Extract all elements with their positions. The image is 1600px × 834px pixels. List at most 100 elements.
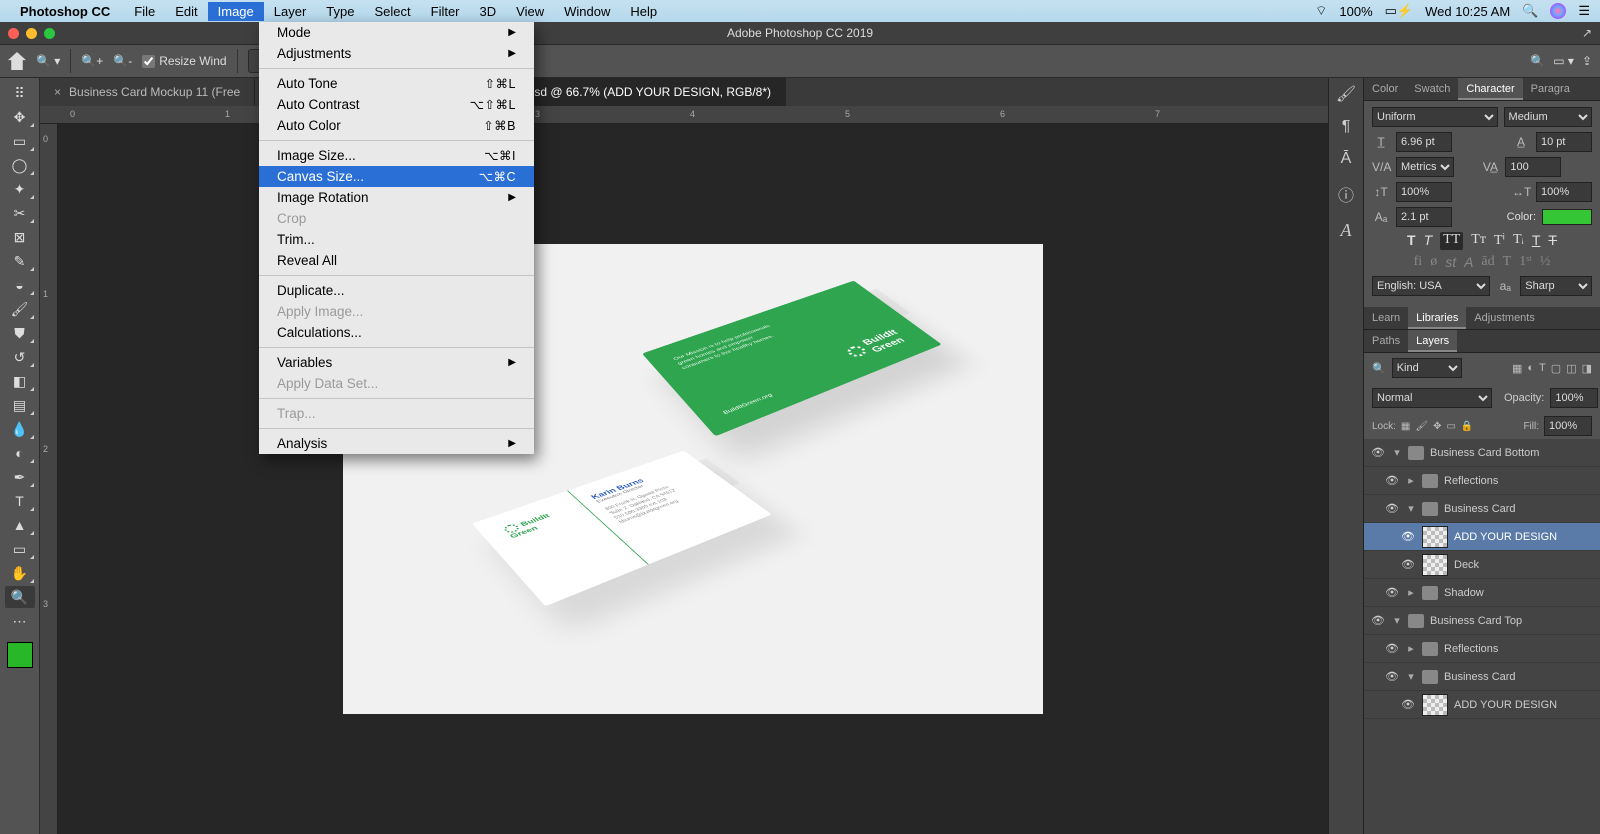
- dodge-tool[interactable]: ◐: [5, 442, 35, 464]
- visibility-icon[interactable]: 👁: [1384, 642, 1400, 655]
- layer-name[interactable]: Reflections: [1444, 643, 1498, 655]
- minimize-window[interactable]: [26, 28, 37, 39]
- layer-thumbnail[interactable]: [1422, 694, 1448, 716]
- foreground-swatch[interactable]: [7, 642, 33, 668]
- shape-tool[interactable]: ▭: [5, 538, 35, 560]
- menu-3d[interactable]: 3D: [470, 2, 507, 21]
- canvas-stage[interactable]: Our Mission is to help professionals gre…: [58, 124, 1328, 834]
- visibility-icon[interactable]: 👁: [1370, 614, 1386, 627]
- styles-panel-icon[interactable]: A: [1341, 220, 1352, 241]
- spotlight-icon[interactable]: 🔍: [1522, 3, 1538, 19]
- eraser-tool[interactable]: ◧: [5, 370, 35, 392]
- filter-adjust-icon[interactable]: ◐: [1527, 362, 1534, 375]
- menu-item-trim-[interactable]: Trim...: [259, 229, 534, 250]
- layer-row[interactable]: 👁▸Reflections: [1364, 635, 1600, 663]
- menu-layer[interactable]: Layer: [264, 2, 317, 21]
- vscale-input[interactable]: [1396, 182, 1452, 202]
- search-icon[interactable]: 🔍: [1372, 362, 1386, 375]
- filter-toggle-icon[interactable]: ◨: [1582, 362, 1592, 375]
- font-weight-select[interactable]: Medium: [1504, 107, 1592, 127]
- filter-type-icon[interactable]: T: [1539, 362, 1546, 375]
- menu-item-image-rotation[interactable]: Image Rotation▶: [259, 187, 534, 208]
- layer-row[interactable]: 👁▾Business Card: [1364, 495, 1600, 523]
- quick-select-tool[interactable]: ✦: [5, 178, 35, 200]
- zoom-tool[interactable]: 🔍: [5, 586, 35, 608]
- ligature-button[interactable]: fi: [1414, 254, 1423, 272]
- layer-row[interactable]: 👁▸Shadow: [1364, 579, 1600, 607]
- layer-row[interactable]: 👁 ▾ Business Card: [1364, 663, 1600, 691]
- visibility-icon[interactable]: 👁: [1384, 502, 1400, 515]
- visibility-icon[interactable]: 👁: [1384, 474, 1400, 487]
- document-tab[interactable]: ×Business Card Mockup 11 (Free: [40, 78, 255, 106]
- path-select-tool[interactable]: ▲: [5, 514, 35, 536]
- language-select[interactable]: English: USA: [1372, 276, 1490, 296]
- menu-item-mode[interactable]: Mode▶: [259, 22, 534, 43]
- layer-name[interactable]: Business Card: [1444, 671, 1516, 683]
- layer-name[interactable]: Deck: [1454, 559, 1479, 571]
- text-color-swatch[interactable]: [1542, 209, 1592, 225]
- menu-item-adjustments[interactable]: Adjustments▶: [259, 43, 534, 64]
- menu-item-auto-tone[interactable]: Auto Tone⇧⌘L: [259, 73, 534, 94]
- titling-button[interactable]: ād: [1481, 254, 1494, 272]
- layer-name[interactable]: Reflections: [1444, 475, 1498, 487]
- panel-tab-swatch[interactable]: Swatch: [1406, 78, 1458, 100]
- menu-item-canvas-size-[interactable]: Canvas Size...⌥⌘C: [259, 166, 534, 187]
- fill-input[interactable]: [1544, 416, 1592, 436]
- eyedropper-tool[interactable]: ✎: [5, 250, 35, 272]
- twisty-icon[interactable]: ▾: [1392, 614, 1402, 627]
- share-icon[interactable]: ⇪: [1582, 54, 1592, 68]
- layer-kind-select[interactable]: Kind: [1392, 358, 1462, 378]
- menu-file[interactable]: File: [124, 2, 165, 21]
- layer-thumbnail[interactable]: [1422, 554, 1448, 576]
- smallcaps-button[interactable]: Tᴛ: [1471, 232, 1486, 250]
- visibility-icon[interactable]: 👁: [1384, 670, 1400, 683]
- menu-item-variables[interactable]: Variables▶: [259, 352, 534, 373]
- menu-item-calculations-[interactable]: Calculations...: [259, 322, 534, 343]
- layer-row[interactable]: 👁ADD YOUR DESIGN: [1364, 523, 1600, 551]
- history-brush-tool[interactable]: ↺: [5, 346, 35, 368]
- zoom-in-icon[interactable]: 🔍+: [81, 54, 103, 68]
- stylistic-button[interactable]: st: [1445, 254, 1456, 272]
- twisty-icon[interactable]: ▾: [1406, 670, 1416, 683]
- workspace-icon[interactable]: ▭ ▾: [1553, 54, 1574, 68]
- zoom-out-icon[interactable]: 🔍-: [113, 54, 132, 68]
- panel-tab-paragra[interactable]: Paragra: [1523, 78, 1578, 100]
- ordinals-button[interactable]: ø: [1430, 254, 1437, 272]
- kerning-select[interactable]: Metrics: [1396, 157, 1454, 177]
- menu-filter[interactable]: Filter: [421, 2, 470, 21]
- swash-button[interactable]: A: [1464, 254, 1473, 272]
- pen-tool[interactable]: ✒: [5, 466, 35, 488]
- filter-smart-icon[interactable]: ◫: [1566, 362, 1576, 375]
- panel-tab-learn[interactable]: Learn: [1364, 307, 1408, 329]
- menu-item-auto-color[interactable]: Auto Color⇧⌘B: [259, 115, 534, 136]
- layer-name[interactable]: Business Card Top: [1430, 615, 1522, 627]
- list-icon[interactable]: ☰: [1578, 3, 1590, 19]
- close-window[interactable]: [8, 28, 19, 39]
- panel-tab-color[interactable]: Color: [1364, 78, 1406, 100]
- layer-name[interactable]: ADD YOUR DESIGN: [1454, 531, 1557, 543]
- frame-tool[interactable]: ⊠: [5, 226, 35, 248]
- twisty-icon[interactable]: ▸: [1406, 586, 1416, 599]
- move-tool[interactable]: ✥: [5, 106, 35, 128]
- panel-tab-adjustments[interactable]: Adjustments: [1466, 307, 1543, 329]
- layer-row[interactable]: 👁Deck: [1364, 551, 1600, 579]
- hscale-input[interactable]: [1536, 182, 1592, 202]
- marquee-tool[interactable]: ▭: [5, 130, 35, 152]
- layer-name[interactable]: Business Card: [1444, 503, 1516, 515]
- zoom-tool-icon[interactable]: 🔍 ▾: [36, 54, 60, 68]
- blur-tool[interactable]: 💧: [5, 418, 35, 440]
- edit-toolbar[interactable]: ⋯: [5, 610, 35, 632]
- bold-button[interactable]: T: [1407, 232, 1416, 250]
- twisty-icon[interactable]: ▸: [1406, 474, 1416, 487]
- menu-item-analysis[interactable]: Analysis▶: [259, 433, 534, 454]
- glyphs-panel-icon[interactable]: Ā: [1341, 150, 1352, 168]
- subscript-button[interactable]: Tᵢ: [1513, 232, 1524, 250]
- layer-row[interactable]: 👁▾Business Card Bottom: [1364, 439, 1600, 467]
- menu-edit[interactable]: Edit: [165, 2, 207, 21]
- menu-item-auto-contrast[interactable]: Auto Contrast⌥⇧⌘L: [259, 94, 534, 115]
- lock-paint-icon[interactable]: 🖌: [1415, 421, 1428, 432]
- panel-tab-libraries[interactable]: Libraries: [1408, 307, 1466, 329]
- brush-tool[interactable]: 🖌: [5, 298, 35, 320]
- lock-pos-icon[interactable]: ✥: [1433, 421, 1441, 432]
- crop-tool[interactable]: ✂: [5, 202, 35, 224]
